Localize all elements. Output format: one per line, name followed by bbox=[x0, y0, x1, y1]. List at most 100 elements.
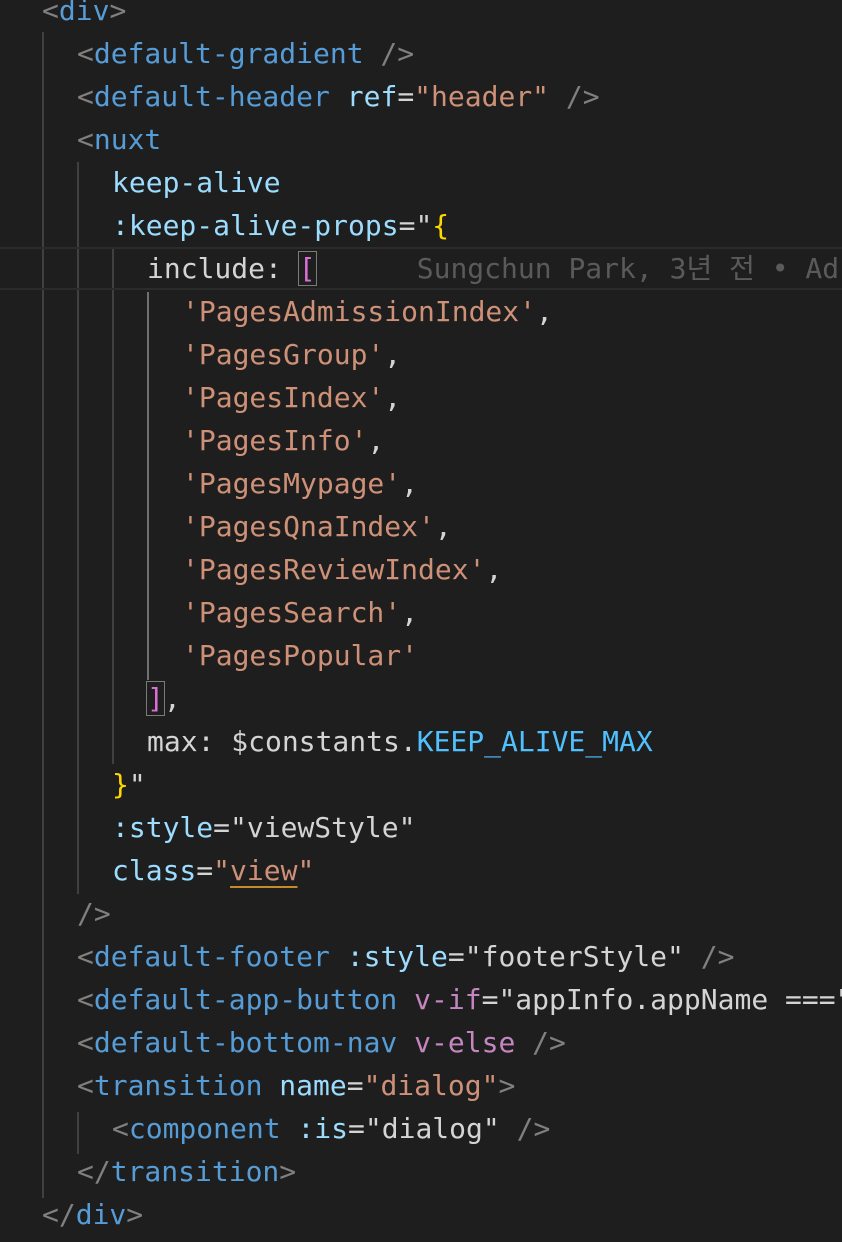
tag-name: default-header bbox=[93, 80, 330, 113]
string-literal: 'PagesGroup' bbox=[182, 338, 385, 371]
code-line[interactable]: 'PagesMypage', bbox=[0, 462, 842, 505]
code-line[interactable]: }" bbox=[0, 763, 842, 806]
code-line[interactable]: 'PagesQnaIndex', bbox=[0, 505, 842, 548]
attr-name: ref bbox=[346, 80, 398, 113]
code-line[interactable]: 'PagesReviewIndex', bbox=[0, 548, 842, 591]
tag-bracket: < bbox=[77, 80, 94, 113]
code-line[interactable]: <default-header ref="header" /> bbox=[0, 75, 842, 118]
tag-bracket: /> bbox=[77, 897, 111, 930]
quote: " bbox=[213, 854, 231, 887]
attr-name: class bbox=[112, 854, 197, 887]
comma: , bbox=[536, 295, 553, 328]
attr-name: keep-alive bbox=[112, 166, 281, 199]
git-blame-annotation[interactable]: Sungchun Park, 3년 전 • Ad bbox=[417, 252, 839, 285]
comma: , bbox=[384, 381, 402, 414]
code-line[interactable]: <nuxt bbox=[0, 118, 842, 161]
code-line[interactable]: :style="viewStyle" bbox=[0, 806, 842, 849]
tag-bracket: < bbox=[112, 1112, 129, 1145]
string-literal: 'PagesInfo' bbox=[182, 424, 368, 457]
code-line[interactable]: 'PagesAdmissionIndex', bbox=[0, 290, 842, 333]
comma: , bbox=[434, 510, 452, 543]
quote: " bbox=[297, 854, 315, 887]
string-literal: 'PagesIndex' bbox=[182, 381, 385, 414]
code-line[interactable]: <default-bottom-nav v-else /> bbox=[0, 1021, 842, 1064]
tag-name: default-bottom-nav bbox=[93, 1026, 398, 1059]
code-line[interactable]: max: $constants.KEEP_ALIVE_MAX bbox=[0, 720, 842, 763]
code-line[interactable]: </div> bbox=[0, 1193, 842, 1236]
tag-name: default-footer bbox=[93, 940, 330, 973]
tag-bracket: < bbox=[77, 123, 94, 156]
comma: , bbox=[485, 553, 503, 586]
attr-name: :style bbox=[346, 940, 448, 973]
equals: = bbox=[447, 940, 465, 973]
string-literal: 'PagesPopular' bbox=[182, 639, 419, 672]
code-line[interactable]: 'PagesIndex', bbox=[0, 376, 842, 419]
comma: , bbox=[401, 467, 419, 500]
tag-bracket: /> bbox=[683, 940, 735, 973]
comma: , bbox=[367, 424, 385, 457]
code-line[interactable]: <default-gradient /> bbox=[0, 32, 842, 75]
square-bracket: ] bbox=[146, 681, 165, 716]
constant-name: KEEP_ALIVE_MAX bbox=[416, 725, 653, 758]
tag-bracket: < bbox=[77, 940, 94, 973]
directive: v-if bbox=[414, 983, 482, 1016]
equals: = bbox=[346, 1069, 364, 1102]
tag-bracket: < bbox=[77, 983, 94, 1016]
tag-bracket: /> bbox=[549, 80, 600, 113]
tag-bracket: </ bbox=[77, 1155, 111, 1188]
attr-value: "dialog" bbox=[363, 1069, 499, 1102]
attr-value: "appInfo.appName ===" bbox=[498, 983, 842, 1016]
quote: " bbox=[128, 768, 146, 801]
code-line[interactable]: :keep-alive-props="{ bbox=[0, 204, 842, 247]
string-literal: 'PagesAdmissionIndex' bbox=[182, 295, 537, 328]
string-literal: 'PagesQnaIndex' bbox=[182, 510, 435, 543]
code-line[interactable]: /> bbox=[0, 892, 842, 935]
code-line[interactable]: <transition name="dialog"> bbox=[0, 1064, 842, 1107]
code-line[interactable]: <default-footer :style="footerStyle" /> bbox=[0, 935, 842, 978]
tag-bracket: > bbox=[109, 0, 127, 27]
equals: = bbox=[196, 854, 214, 887]
code-line[interactable]: class="view" bbox=[0, 849, 842, 892]
curly-brace: } bbox=[112, 768, 129, 801]
code-line[interactable]: ], bbox=[0, 677, 842, 720]
code-line[interactable]: 'PagesSearch', bbox=[0, 591, 842, 634]
tag-bracket: > bbox=[279, 1155, 297, 1188]
equals: = bbox=[397, 80, 415, 113]
code-line[interactable]: <div> bbox=[0, 0, 842, 32]
class-value-link[interactable]: view bbox=[230, 854, 297, 887]
code-line[interactable]: 'PagesInfo', bbox=[0, 419, 842, 462]
code-line[interactable]: <default-app-button v-if="appInfo.appNam… bbox=[0, 978, 842, 1021]
equals: = bbox=[398, 209, 416, 242]
tag-name: transition bbox=[110, 1155, 280, 1188]
tag-bracket: /> bbox=[499, 1112, 551, 1145]
attr-name: name bbox=[279, 1069, 347, 1102]
code-line[interactable]: <component :is="dialog" /> bbox=[0, 1107, 842, 1150]
string-literal: 'PagesSearch' bbox=[182, 596, 402, 629]
tag-bracket: < bbox=[77, 1026, 94, 1059]
attr-value: "viewStyle" bbox=[230, 811, 416, 844]
directive: v-else bbox=[414, 1026, 516, 1059]
tag-bracket: > bbox=[126, 1198, 144, 1231]
tag-name: default-app-button bbox=[93, 983, 398, 1016]
code-line[interactable]: keep-alive bbox=[0, 161, 842, 204]
code-line[interactable]: 'PagesPopular' bbox=[0, 634, 842, 677]
equals: = bbox=[348, 1112, 365, 1145]
string-literal: 'PagesReviewIndex' bbox=[182, 553, 486, 586]
quote: " bbox=[415, 209, 433, 242]
curly-brace: { bbox=[432, 209, 450, 242]
code-line[interactable]: 'PagesGroup', bbox=[0, 333, 842, 376]
tag-bracket: /> bbox=[515, 1026, 566, 1059]
string-literal: 'PagesMypage' bbox=[182, 467, 402, 500]
code-line-current[interactable]: include: [ Sungchun Park, 3년 전 • Ad bbox=[0, 247, 842, 290]
code-editor[interactable]: <div> <default-gradient /> <default-head… bbox=[0, 0, 842, 1242]
object-expression: max: $constants. bbox=[147, 725, 417, 758]
tag-name: default-gradient bbox=[93, 37, 364, 70]
object-key: include: bbox=[147, 252, 299, 285]
equals: = bbox=[213, 811, 231, 844]
code-line[interactable]: </transition> bbox=[0, 1150, 842, 1193]
